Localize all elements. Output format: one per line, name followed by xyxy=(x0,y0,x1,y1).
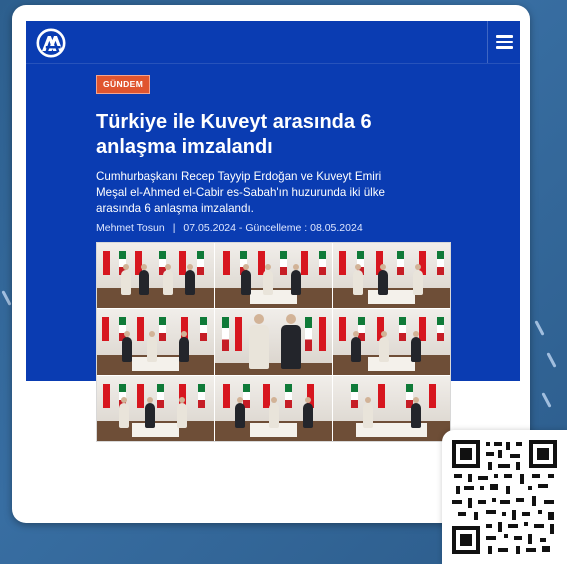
published-date: 07.05.2024 xyxy=(183,222,236,234)
meta-separator: | xyxy=(172,222,176,234)
signing-ceremony-photo[interactable] xyxy=(215,375,332,441)
aa-logo-icon[interactable] xyxy=(36,28,66,58)
article-headline: Türkiye ile Kuveyt arasında 6 anlaşma im… xyxy=(96,111,372,158)
category-badge[interactable]: GÜNDEM xyxy=(96,75,151,94)
signing-ceremony-photo[interactable] xyxy=(215,243,332,309)
article-summary: Cumhurbaşkanı Recep Tayyip Erdoğan ve Ku… xyxy=(96,170,385,215)
signing-ceremony-photo[interactable] xyxy=(333,375,450,441)
signing-ceremony-photo[interactable] xyxy=(97,375,214,441)
updated-prefix: - Güncelleme : xyxy=(238,222,308,234)
signing-ceremony-photo[interactable] xyxy=(333,309,450,375)
top-bar xyxy=(26,21,520,64)
signing-ceremony-photo[interactable] xyxy=(97,243,214,309)
author-name[interactable]: Mehmet Tosun xyxy=(96,222,165,234)
signing-ceremony-photo[interactable] xyxy=(333,243,450,309)
background-line xyxy=(1,290,12,306)
background-line xyxy=(541,392,552,408)
background-line xyxy=(546,352,557,368)
signing-ceremony-photo[interactable] xyxy=(215,309,332,375)
photo-gallery xyxy=(96,242,451,442)
hamburger-menu-button[interactable] xyxy=(487,21,520,63)
aa-logo-mark xyxy=(36,28,66,58)
signing-ceremony-photo[interactable] xyxy=(97,309,214,375)
qr-code-icon xyxy=(442,430,567,564)
article-meta: Mehmet Tosun | 07.05.2024 - Güncelleme : 0… xyxy=(96,222,363,234)
updated-date: 08.05.2024 xyxy=(310,222,363,234)
qr-code-graphic xyxy=(450,438,559,556)
hamburger-menu-icon xyxy=(495,35,513,49)
background-line xyxy=(534,320,545,336)
